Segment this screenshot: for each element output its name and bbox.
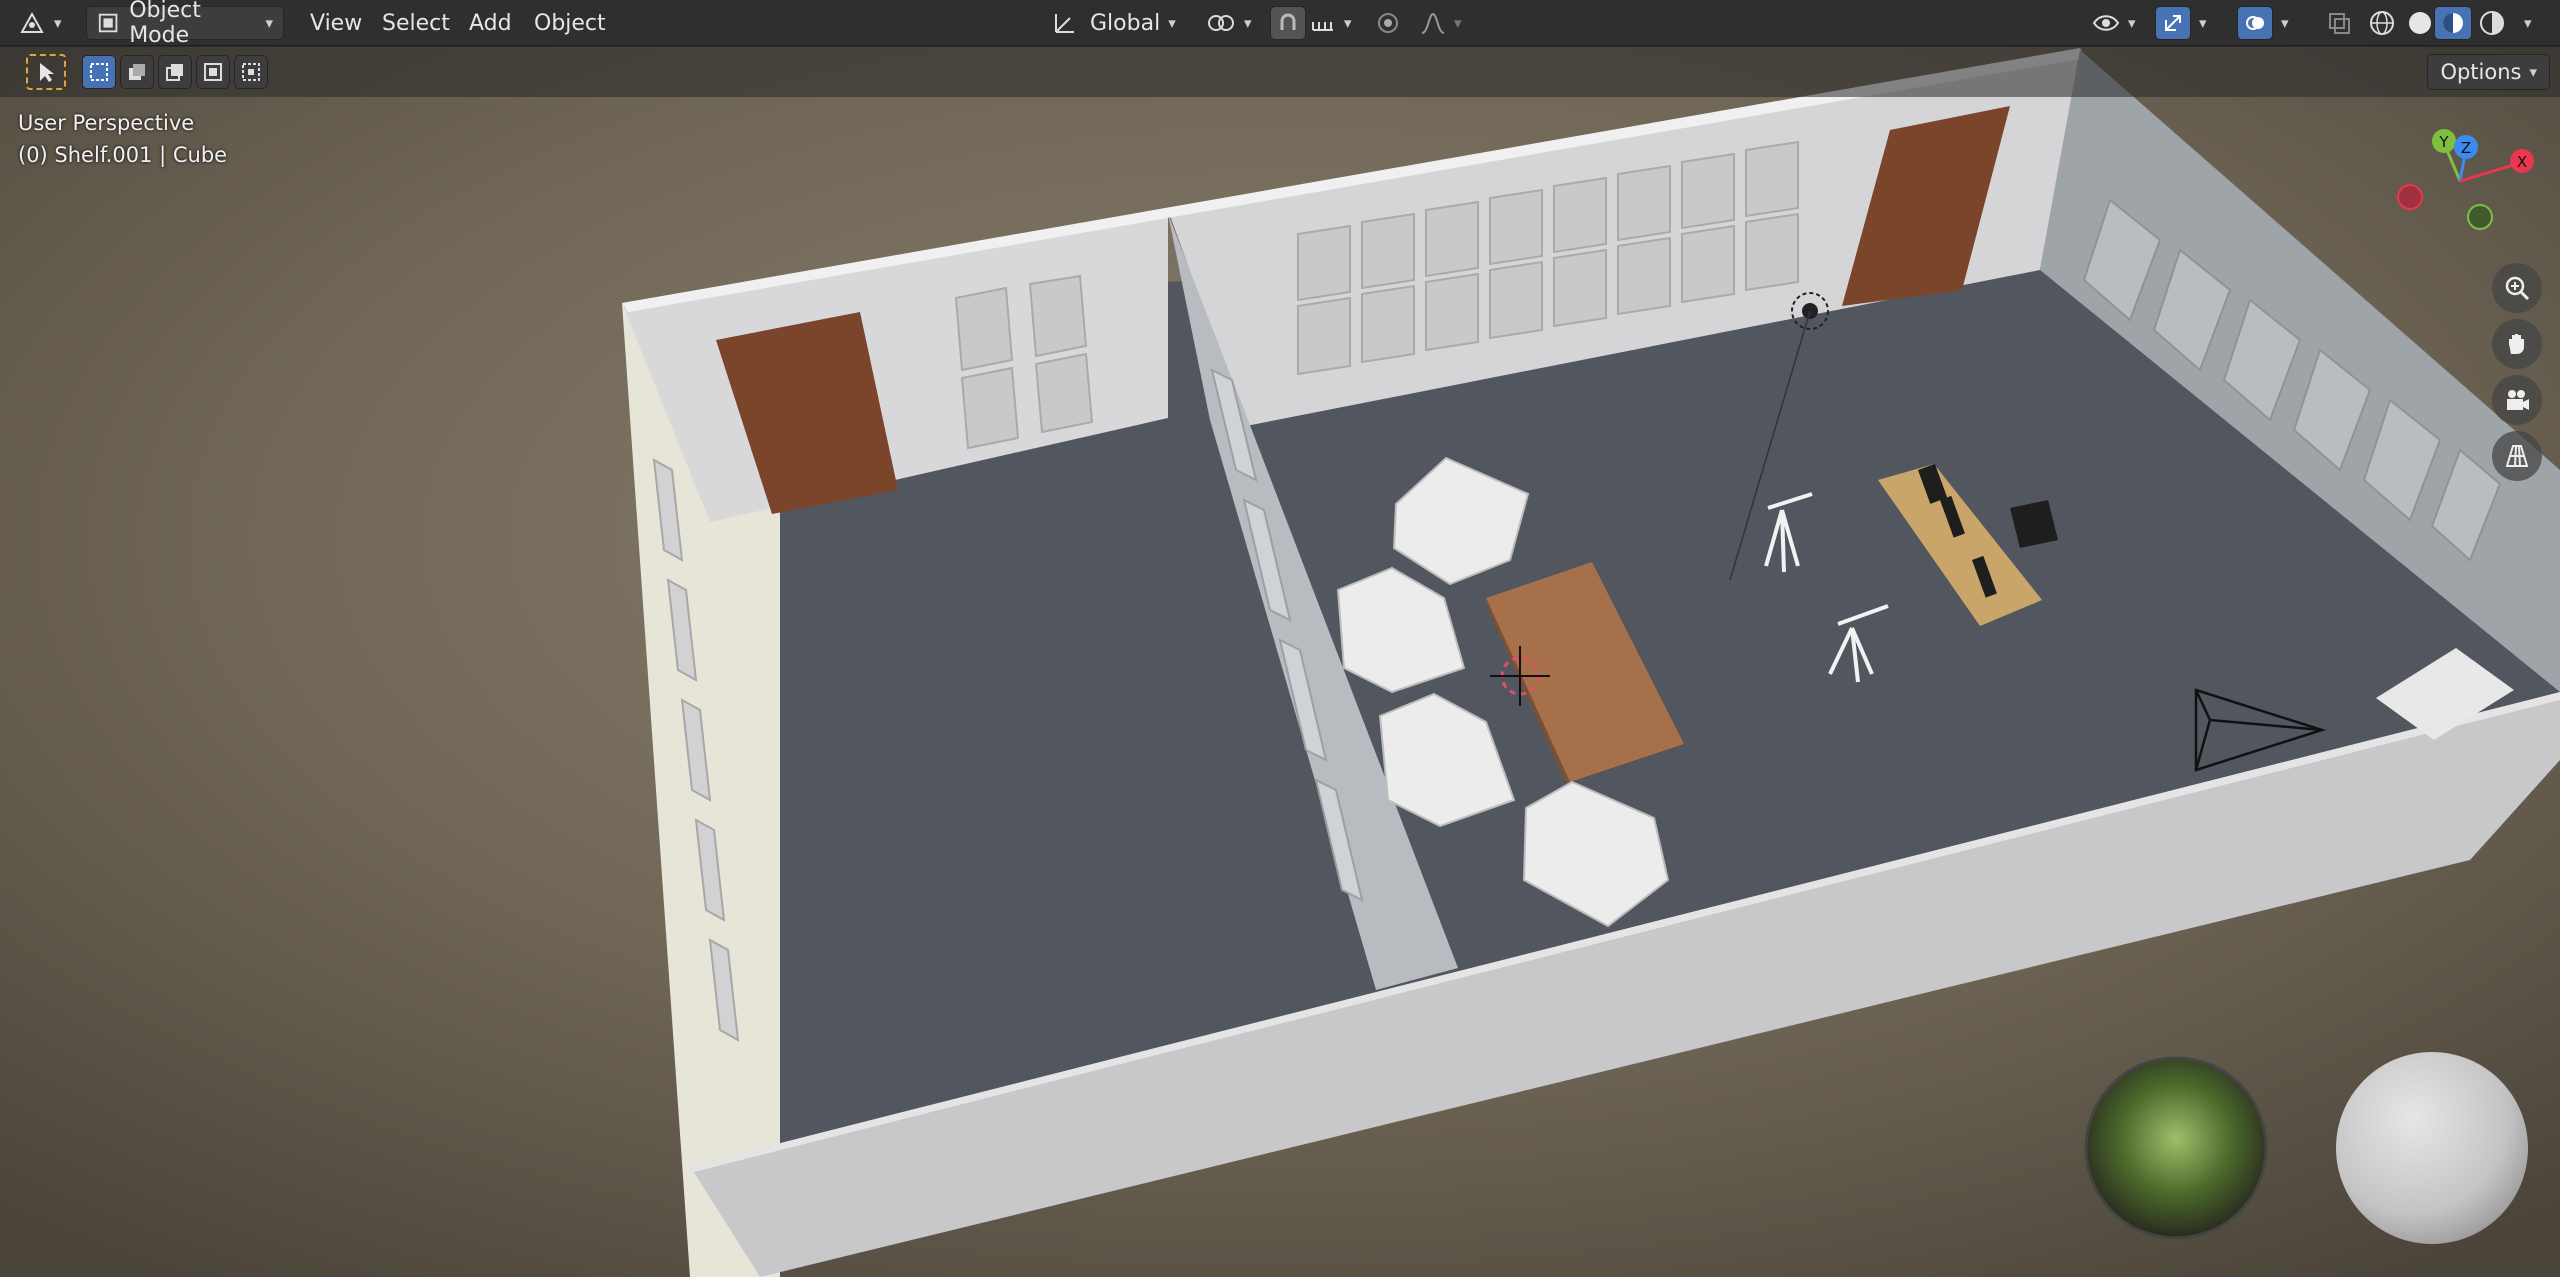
snap-button[interactable]	[1270, 6, 1306, 40]
overlay-icon	[2246, 16, 2264, 30]
material-shading-active[interactable]	[2434, 6, 2472, 40]
selection-mode-new[interactable]	[82, 55, 116, 89]
falloff-dropdown[interactable]: ▾	[1420, 6, 1462, 40]
snap-target-dropdown[interactable]: ▾	[1310, 6, 1352, 40]
viewport-scene	[0, 47, 2560, 1277]
visibility-dropdown[interactable]: ▾	[2092, 6, 2136, 40]
options-label: Options	[2440, 60, 2522, 84]
options-dropdown[interactable]: Options ▾	[2427, 54, 2550, 90]
shading-wireframe-button[interactable]	[2368, 6, 2396, 40]
menu-select[interactable]: Select	[368, 6, 464, 40]
select-tool-button[interactable]	[26, 54, 66, 90]
pan-hand-icon	[2509, 334, 2524, 354]
editor-type-icon	[20, 11, 44, 33]
selection-mode-buttons	[82, 55, 268, 89]
solid-shading-icon	[2409, 12, 2431, 34]
overlay-button[interactable]	[2237, 6, 2273, 40]
chevron-down-icon: ▾	[265, 14, 273, 32]
zoom-button[interactable]	[2492, 263, 2542, 313]
chevron-down-icon: ▾	[1344, 14, 1352, 32]
transform-orientation-label: Global	[1090, 10, 1161, 36]
chevron-down-icon: ▾	[1168, 14, 1176, 32]
selection-subtract-icon	[166, 64, 183, 81]
rendered-shading-icon	[2480, 11, 2504, 35]
editor-type-button[interactable]: ▾	[18, 6, 62, 40]
mode-dropdown[interactable]: Object Mode ▾	[86, 0, 284, 48]
ortho-toggle-button[interactable]	[2492, 431, 2542, 481]
chevron-down-icon: ▾	[2524, 14, 2532, 32]
transform-orientation-dropdown[interactable]: Global ▾	[1052, 6, 1176, 40]
mode-label: Object Mode	[129, 0, 201, 48]
selection-new-icon	[90, 63, 108, 81]
tool-settings-bar	[0, 47, 2560, 97]
selection-mode-extend[interactable]	[120, 55, 154, 89]
pivot-point-dropdown[interactable]: ▾	[1206, 6, 1252, 40]
camera-icon	[2507, 390, 2529, 410]
falloff-icon	[1421, 12, 1445, 34]
proportional-edit-icon	[1378, 13, 1398, 33]
selection-mode-subtract[interactable]	[158, 55, 192, 89]
pan-button[interactable]	[2492, 319, 2542, 369]
menu-object[interactable]: Object	[520, 6, 620, 40]
xray-toggle[interactable]	[2326, 6, 2352, 40]
chevron-down-icon: ▾	[2529, 63, 2537, 81]
object-mode-icon	[98, 13, 118, 33]
axis-neg-x-icon[interactable]	[2397, 184, 2423, 210]
snap-icon	[1280, 13, 1296, 30]
selection-invert-icon	[204, 63, 222, 81]
material-shading-icon	[2443, 13, 2463, 33]
hdri-preview-sphere	[2084, 1056, 2268, 1240]
chevron-down-icon: ▾	[54, 14, 62, 32]
shading-material-button[interactable]	[2434, 6, 2472, 40]
selection-intersect-icon	[242, 63, 260, 81]
navigation-gizmo[interactable]: Y Z X	[2380, 121, 2540, 241]
snap-increment-icon	[1312, 22, 1333, 31]
axis-x-label: X	[2517, 153, 2527, 171]
chevron-down-icon: ▾	[2281, 14, 2289, 32]
material-preview-sphere	[2336, 1052, 2528, 1244]
chevron-down-icon: ▾	[2199, 14, 2207, 32]
active-object-label: (0) Shelf.001 | Cube	[18, 143, 228, 167]
selection-mode-invert[interactable]	[196, 55, 230, 89]
axis-neg-y-icon[interactable]	[2467, 204, 2493, 230]
shading-solid-button[interactable]	[2406, 6, 2434, 40]
header-bar: ▾ Object Mode ▾ View Select Add Object G…	[0, 0, 2560, 48]
selection-mode-intersect[interactable]	[234, 55, 268, 89]
axis-z-label: Z	[2461, 139, 2471, 157]
view-name-label: User Perspective	[18, 111, 195, 135]
pivot-icon	[1208, 15, 1234, 31]
chevron-down-icon: ▾	[1454, 14, 1462, 32]
xray-icon	[2329, 13, 2350, 34]
menu-view[interactable]: View	[296, 6, 376, 40]
selection-extend-icon	[129, 64, 145, 80]
gizmo-button[interactable]	[2155, 6, 2191, 40]
shading-options-dropdown[interactable]: ▾	[2516, 6, 2532, 40]
chevron-down-icon: ▾	[1244, 14, 1252, 32]
gizmo-icon	[2165, 15, 2181, 31]
visibility-icon	[2092, 15, 2120, 31]
zoom-icon	[2505, 276, 2530, 301]
shading-rendered-button[interactable]	[2478, 6, 2506, 40]
wireframe-shading-icon	[2370, 11, 2394, 35]
overlay-toggle[interactable]: ▾	[2237, 6, 2289, 40]
3d-viewport[interactable]: Options ▾ User Perspective (0) Shelf.001…	[0, 47, 2560, 1277]
chevron-down-icon: ▾	[2128, 14, 2136, 32]
gizmo-toggle[interactable]: ▾	[2155, 6, 2207, 40]
grid-icon	[2505, 445, 2529, 467]
axis-y-label: Y	[2438, 133, 2449, 151]
select-tool-icon	[40, 63, 54, 82]
snap-toggle[interactable]	[1270, 6, 1306, 40]
transform-orientation-icon	[1055, 14, 1074, 33]
camera-view-button[interactable]	[2492, 375, 2542, 425]
proportional-edit-toggle[interactable]	[1376, 6, 1400, 40]
menu-add[interactable]: Add	[455, 6, 526, 40]
